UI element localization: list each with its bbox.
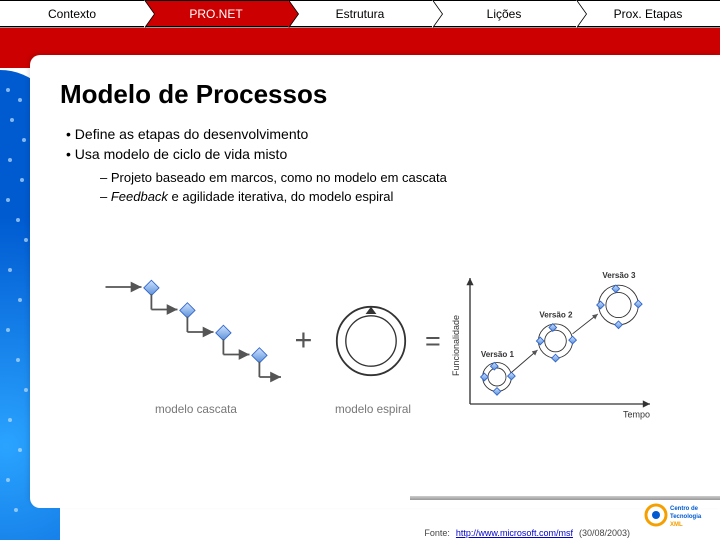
combined-chart: Funcionalidade Tempo Versão 1 xyxy=(451,271,650,420)
sub-bullet-italic: Feedback xyxy=(111,189,168,204)
tab-contexto[interactable]: Contexto xyxy=(0,0,144,27)
footer-prefix: Fonte: xyxy=(424,528,450,538)
tab-label: Contexto xyxy=(48,7,96,21)
spiral-label: modelo espiral xyxy=(335,403,411,416)
content-panel: Modelo de Processos Define as etapas do … xyxy=(30,55,720,508)
sub-bullet-item: Feedback e agilidade iterativa, do model… xyxy=(100,187,690,206)
footer-suffix: (30/08/2003) xyxy=(579,528,630,538)
tab-label: PRO.NET xyxy=(189,7,242,21)
version-label-2: Versão 2 xyxy=(539,311,573,320)
footer-logo: Centro de Tecnologia XML xyxy=(644,500,714,530)
footer-link[interactable]: http://www.microsoft.com/msf xyxy=(456,528,573,538)
x-axis-label: Tempo xyxy=(623,410,650,420)
footer-source: Fonte: http://www.microsoft.com/msf (30/… xyxy=(424,528,630,538)
svg-text:Tecnologia: Tecnologia xyxy=(670,514,702,520)
sub-bullet-item: Projeto baseado em marcos, como no model… xyxy=(100,168,690,187)
svg-text:Centro de: Centro de xyxy=(670,506,699,512)
tab-label: Prox. Etapas xyxy=(614,7,683,21)
nav-tabs: Contexto PRO.NET Estrutura Lições Prox. … xyxy=(0,0,720,28)
bullet-item: Usa modelo de ciclo de vida misto xyxy=(66,144,690,164)
y-axis-label: Funcionalidade xyxy=(451,315,461,376)
version-label-1: Versão 1 xyxy=(481,350,515,359)
spiral-model: modelo espiral xyxy=(335,307,411,416)
sub-bullet-text: e agilidade iterativa, do modelo espiral xyxy=(168,189,393,204)
svg-text:XML: XML xyxy=(670,522,683,528)
equals-symbol: = xyxy=(425,326,441,356)
sub-bullet-list: Projeto baseado em marcos, como no model… xyxy=(60,168,690,206)
bullet-item: Define as etapas do desenvolvimento xyxy=(66,124,690,144)
cascade-label: modelo cascata xyxy=(155,403,237,416)
sub-bullet-text: Projeto baseado em marcos, como no model… xyxy=(111,170,447,185)
tab-prox-etapas[interactable]: Prox. Etapas xyxy=(576,0,720,27)
tab-estrutura[interactable]: Estrutura xyxy=(288,0,432,27)
bullet-list: Define as etapas do desenvolvimento Usa … xyxy=(60,124,690,164)
cascade-model: modelo cascata xyxy=(106,280,282,416)
process-diagram: modelo cascata + modelo espiral = Funcio… xyxy=(70,260,690,458)
page-title: Modelo de Processos xyxy=(60,79,690,110)
tab-label: Lições xyxy=(487,7,522,21)
tab-label: Estrutura xyxy=(336,7,385,21)
version-label-3: Versão 3 xyxy=(602,271,636,280)
tab-pronet[interactable]: PRO.NET xyxy=(144,0,288,27)
plus-symbol: + xyxy=(295,323,313,357)
tab-licoes[interactable]: Lições xyxy=(432,0,576,27)
